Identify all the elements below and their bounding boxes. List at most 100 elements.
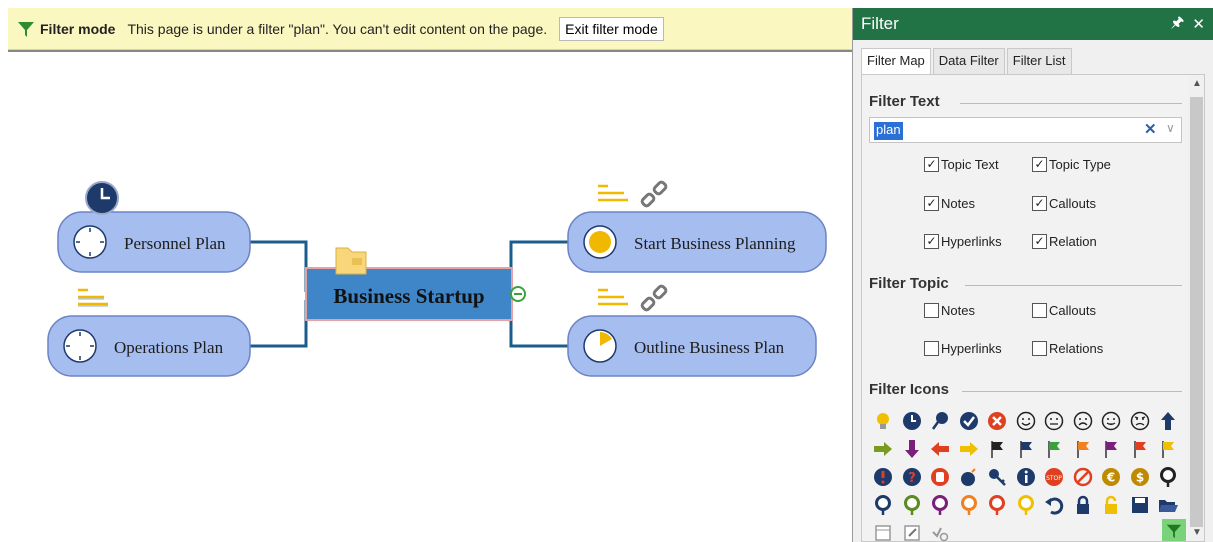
pin-yellow-icon[interactable] <box>1012 491 1040 519</box>
prohibit-icon[interactable] <box>1069 463 1097 491</box>
flag-black-icon[interactable] <box>983 435 1011 463</box>
checkmark-icon: ✓ <box>1032 196 1047 211</box>
stop-icon[interactable]: STOP <box>1040 463 1068 491</box>
chevron-down-icon[interactable]: ∨ <box>1166 121 1175 135</box>
task-icon[interactable] <box>869 519 897 541</box>
checkbox-notes[interactable]: ✓ Notes <box>924 196 975 211</box>
topic-label: Start Business Planning <box>634 234 796 253</box>
flag-red-icon[interactable] <box>1126 435 1154 463</box>
euro-icon[interactable]: € <box>1097 463 1125 491</box>
smile-icon[interactable] <box>1012 407 1040 435</box>
vertical-scrollbar[interactable]: ▲ ▼ <box>1188 75 1204 541</box>
edit-icon[interactable] <box>898 519 926 541</box>
tab-filter-list[interactable]: Filter List <box>1006 48 1072 74</box>
link-icon <box>640 284 668 312</box>
unlock-icon[interactable] <box>1097 491 1125 519</box>
pushpin-icon[interactable] <box>926 407 954 435</box>
notes-icon <box>78 288 108 307</box>
checkbox-topic-notes[interactable]: Notes <box>924 303 975 318</box>
pin-purple-icon[interactable] <box>926 491 954 519</box>
pin-green-icon[interactable] <box>898 491 926 519</box>
panel-header: Filter 🖈 ✕ <box>853 8 1213 40</box>
arrow-left-yellow-icon[interactable] <box>955 435 983 463</box>
central-topic-label: Business Startup <box>333 284 484 308</box>
pin-red-icon[interactable] <box>983 491 1011 519</box>
link-icon[interactable] <box>926 519 954 541</box>
checkbox-hyperlinks[interactable]: ✓ Hyperlinks <box>924 234 1002 249</box>
arrow-down-icon[interactable] <box>898 435 926 463</box>
divider <box>965 285 1182 286</box>
checkbox-topic-type[interactable]: ✓ Topic Type <box>1032 157 1111 172</box>
pin-orange-icon[interactable] <box>955 491 983 519</box>
filter-icons-title: Filter Icons <box>869 381 950 398</box>
arrow-left-icon[interactable] <box>926 435 954 463</box>
flag-yellow-icon[interactable] <box>1154 435 1182 463</box>
checkmark-icon: ✓ <box>1032 234 1047 249</box>
filter-map-content: Filter Text plan ✕ ∨ ✓ Topic Text ✓ Topic … <box>861 74 1205 542</box>
check-icon[interactable] <box>955 407 983 435</box>
divider <box>962 391 1182 392</box>
clock-icon[interactable] <box>898 407 926 435</box>
flag-green-icon[interactable] <box>1040 435 1068 463</box>
mind-map-canvas[interactable]: Personnel Plan Operations Plan Business … <box>8 52 852 542</box>
topic-operations-plan[interactable]: Operations Plan <box>47 315 251 377</box>
central-topic[interactable]: Business Startup <box>305 267 513 321</box>
undo-icon[interactable] <box>1040 491 1068 519</box>
scroll-down-icon[interactable]: ▼ <box>1192 527 1202 538</box>
open-folder-icon[interactable] <box>1154 491 1182 519</box>
arrow-right-icon[interactable] <box>869 435 897 463</box>
exit-filter-mode-button[interactable]: Exit filter mode <box>559 16 664 41</box>
topic-start-business-planning[interactable]: Start Business Planning <box>567 211 827 273</box>
question-icon[interactable]: ? <box>898 463 926 491</box>
checkbox-callouts[interactable]: ✓ Callouts <box>1032 196 1096 211</box>
link-icon <box>640 180 668 208</box>
checkbox-topic-text[interactable]: ✓ Topic Text <box>924 157 999 172</box>
bulb-icon[interactable] <box>869 407 897 435</box>
checkbox-topic-callouts[interactable]: Callouts <box>1032 303 1096 318</box>
dollar-icon[interactable]: $ <box>1126 463 1154 491</box>
checkmark-icon: ✓ <box>924 157 939 172</box>
filter-mode-title: Filter mode <box>40 20 116 37</box>
funnel-icon <box>1166 524 1182 539</box>
pin-blue-icon[interactable] <box>869 491 897 519</box>
x-circle-icon[interactable] <box>983 407 1011 435</box>
topic-outline-business-plan[interactable]: Outline Business Plan <box>567 315 817 377</box>
pin-icon[interactable]: 🖈 <box>1171 12 1185 37</box>
search-selected-text: plan <box>874 122 903 140</box>
tongue-face-icon[interactable] <box>1097 407 1125 435</box>
arrow-up-icon[interactable] <box>1154 407 1182 435</box>
apply-filter-button[interactable] <box>1162 519 1186 541</box>
hand-icon[interactable] <box>926 463 954 491</box>
folder-icon <box>335 247 367 275</box>
checkbox-topic-hyperlinks[interactable]: Hyperlinks <box>924 341 1002 356</box>
bomb-icon[interactable] <box>955 463 983 491</box>
sad-face-icon[interactable] <box>1069 407 1097 435</box>
angry-face-icon[interactable] <box>1126 407 1154 435</box>
clear-icon[interactable]: ✕ <box>1144 120 1157 138</box>
neutral-face-icon[interactable] <box>1040 407 1068 435</box>
topic-label: Outline Business Plan <box>634 338 785 357</box>
close-icon[interactable]: ✕ <box>1192 15 1205 33</box>
filter-panel: Filter 🖈 ✕ Filter Map Data Filter Filter… <box>852 8 1213 542</box>
save-icon[interactable] <box>1126 491 1154 519</box>
checkbox-topic-relations[interactable]: Relations <box>1032 341 1103 356</box>
checkbox-relation[interactable]: ✓ Relation <box>1032 234 1097 249</box>
tab-filter-map[interactable]: Filter Map <box>861 48 931 74</box>
notes-icon <box>598 184 628 202</box>
topic-label: Operations Plan <box>114 338 224 357</box>
info-icon[interactable] <box>1012 463 1040 491</box>
flag-purple-icon[interactable] <box>1097 435 1125 463</box>
lock-icon[interactable] <box>1069 491 1097 519</box>
svg-text:$: $ <box>1135 471 1143 485</box>
exclamation-icon[interactable] <box>869 463 897 491</box>
topic-personnel-plan[interactable]: Personnel Plan <box>57 211 251 273</box>
scroll-thumb[interactable] <box>1190 97 1203 527</box>
key-icon[interactable] <box>983 463 1011 491</box>
pin-black-icon[interactable] <box>1154 463 1182 491</box>
tab-data-filter[interactable]: Data Filter <box>932 48 1005 74</box>
tab-bar: Filter Map Data Filter Filter List <box>853 40 1213 74</box>
collapse-icon[interactable] <box>510 286 526 302</box>
flag-orange-icon[interactable] <box>1069 435 1097 463</box>
flag-blue-icon[interactable] <box>1012 435 1040 463</box>
scroll-up-icon[interactable]: ▲ <box>1192 78 1202 89</box>
